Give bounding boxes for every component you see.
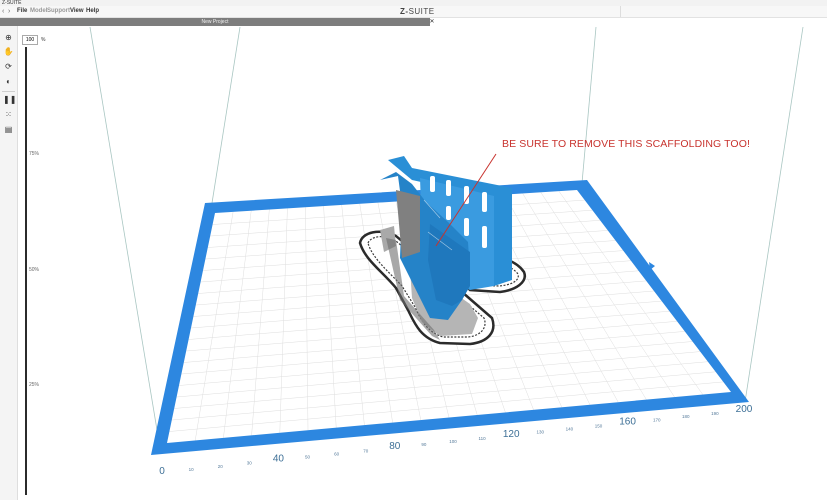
view-cube-icon[interactable]: ◐ (3, 76, 14, 87)
left-toolbar: ⊕ ✋ ⟳ ◐ ❚❚ ⁙ ▤ (0, 26, 18, 500)
zoom-icon[interactable]: ⊕ (3, 32, 14, 43)
menu-support[interactable]: Support (47, 6, 70, 17)
window-controls (620, 6, 821, 17)
axis-tick-label: 0 (159, 466, 165, 477)
axis-tick-label: 150 (595, 424, 603, 429)
axis-tick-label: 50 (305, 455, 311, 460)
axis-tick-label: 180 (682, 414, 690, 419)
axis-tick-label: 70 (363, 448, 369, 453)
axis-tick-label: 30 (247, 461, 253, 466)
3d-viewport[interactable]: 0 10 20 30 40 50 60 70 80 90 100 110 120 130 140 150 160… (20, 27, 827, 500)
axis-tick-label: 80 (389, 441, 401, 452)
close-icon[interactable]: ✕ (428, 18, 436, 26)
axis-tick-label: 60 (334, 451, 340, 456)
menu-model[interactable]: Model (30, 6, 47, 17)
layers-icon[interactable]: ▤ (3, 124, 14, 135)
rotate-icon[interactable]: ⟳ (3, 61, 14, 72)
axis-tick-label: 140 (566, 427, 574, 432)
toolbar-divider (2, 91, 15, 92)
menubar: ‹ › File Model Support View Help Z-SUITE (0, 6, 827, 18)
axis-tick-label: 10 (189, 467, 195, 472)
axis-tick-label: 40 (273, 454, 285, 465)
tab-new-project[interactable]: New Project (0, 18, 430, 26)
axis-tick-label: 110 (479, 436, 487, 441)
axis-tick-label: 120 (503, 429, 520, 440)
axis-tick-label: 170 (653, 417, 661, 422)
axis-tick-label: 160 (619, 416, 636, 427)
axis-tick-label: 130 (537, 430, 545, 435)
app-brand: Z-SUITE (400, 7, 435, 16)
axis-tick-label: 20 (218, 464, 224, 469)
pause-icon[interactable]: ❚❚ (3, 94, 16, 105)
tab-bar: New Project ✕ (0, 18, 827, 26)
axis-tick-label: 90 (421, 442, 427, 447)
annotation-text: BE SURE TO REMOVE THIS SCAFFOLDING TOO! (502, 138, 750, 150)
nav-forward-icon[interactable]: › (8, 6, 10, 17)
axis-tick-label: 190 (711, 411, 719, 416)
menu-file[interactable]: File (17, 6, 27, 17)
nav-back-icon[interactable]: ‹ (2, 6, 4, 17)
menu-help[interactable]: Help (86, 6, 99, 17)
axis-tick-label: 200 (736, 404, 753, 415)
grid-icon[interactable]: ⁙ (3, 109, 14, 120)
axis-tick-label: 100 (449, 439, 457, 444)
menu-view[interactable]: View (70, 6, 84, 17)
pan-hand-icon[interactable]: ✋ (3, 46, 14, 57)
